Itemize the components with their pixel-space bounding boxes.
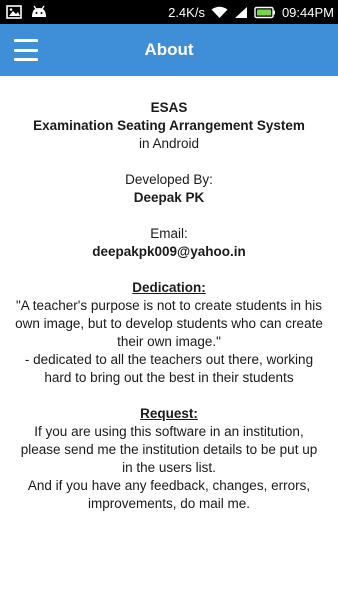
dedication-heading: Dedication:	[132, 280, 206, 295]
request-heading: Request:	[140, 406, 198, 421]
page-title: About	[144, 40, 194, 59]
hamburger-menu-icon[interactable]	[14, 39, 38, 61]
request-section: Request: If you are using this software …	[0, 405, 338, 513]
email-section: Email: deepakpk009@yahoo.in	[0, 225, 338, 261]
status-bar: 2.4K/s 09:44PM	[0, 0, 338, 24]
about-content: ESAS Examination Seating Arrangement Sys…	[0, 76, 338, 531]
email-label: Email:	[150, 226, 188, 241]
app-bar: About	[0, 24, 338, 76]
app-info-section: ESAS Examination Seating Arrangement Sys…	[0, 99, 338, 153]
status-bar-system: 2.4K/s 09:44PM	[168, 5, 334, 20]
image-icon	[6, 5, 22, 19]
dedication-quote: "A teacher's purpose is not to create st…	[15, 298, 323, 349]
platform-text: in Android	[138, 136, 200, 151]
clock: 09:44PM	[281, 4, 334, 20]
developer-name: Deepak PK	[133, 190, 205, 205]
wifi-icon	[211, 6, 228, 19]
email-link[interactable]: deepakpk009@yahoo.in	[0, 243, 338, 261]
android-icon	[30, 5, 48, 19]
developed-by-label: Developed By:	[125, 172, 213, 187]
app-short-name: ESAS	[150, 100, 188, 115]
feedback-text: And if you have any feedback, changes, e…	[27, 478, 311, 511]
dedication-section: Dedication: "A teacher's purpose is not …	[0, 279, 338, 387]
status-bar-notifications	[6, 5, 48, 19]
developer-section: Developed By: Deepak PK	[0, 171, 338, 207]
dedication-note: - dedicated to all the teachers out ther…	[24, 352, 314, 385]
request-text: If you are using this software in an ins…	[20, 424, 318, 475]
signal-icon	[234, 6, 248, 19]
network-speed: 2.4K/s	[168, 4, 205, 20]
app-full-name: Examination Seating Arrangement System	[33, 118, 305, 133]
battery-icon	[254, 6, 276, 19]
